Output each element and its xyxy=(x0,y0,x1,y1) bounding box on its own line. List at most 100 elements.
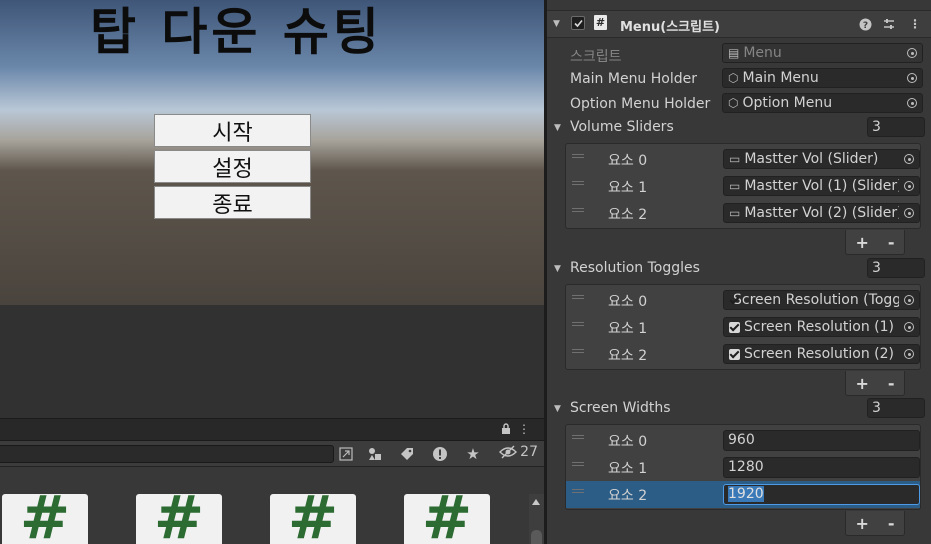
list-item-selected: 요소 2 1920 xyxy=(566,481,920,508)
favorite-star-icon[interactable]: ★ xyxy=(462,443,484,465)
drag-handle[interactable] xyxy=(572,208,584,212)
script-asset-tile[interactable]: # xyxy=(136,494,222,544)
object-picker-icon[interactable] xyxy=(899,204,919,222)
element-label: 요소 2 xyxy=(608,488,648,504)
quit-button[interactable]: 종료 xyxy=(154,186,311,219)
drag-handle[interactable] xyxy=(572,349,584,353)
component-fold-icon[interactable]: ▼ xyxy=(553,19,560,29)
drag-handle[interactable] xyxy=(572,154,584,158)
screen-width-input[interactable]: 1280 xyxy=(723,457,920,478)
drag-handle[interactable] xyxy=(572,322,584,326)
settings-button[interactable]: 설정 xyxy=(154,150,311,183)
component-header[interactable]: ▼ # Menu(스크립트) ? ⋮ xyxy=(547,10,931,38)
add-element-button[interactable]: + xyxy=(855,233,868,252)
object-picker-icon[interactable] xyxy=(899,291,919,309)
script-label: 스크립트 xyxy=(570,49,622,65)
list-item: 요소 2 Screen Resolution (2) xyxy=(566,341,920,368)
element-label: 요소 2 xyxy=(608,207,648,223)
script-hash-icon: # xyxy=(19,494,71,544)
resolution-toggle-field[interactable]: Screen Resolution (1) xyxy=(723,317,920,337)
element-value: Screen Resolution (1) xyxy=(744,319,895,335)
element-value: Mastter Vol (2) (Slider) xyxy=(744,205,903,221)
screen-widths-fold-icon[interactable]: ▼ xyxy=(554,404,561,414)
scroll-thumb[interactable] xyxy=(531,530,542,544)
component-menu-icon[interactable]: ⋮ xyxy=(907,16,923,32)
object-picker-icon xyxy=(902,44,922,62)
script-asset-tile[interactable]: # xyxy=(404,494,490,544)
object-picker-icon[interactable] xyxy=(902,94,922,112)
resolution-toggles-fold-icon[interactable]: ▼ xyxy=(554,264,561,274)
remove-element-button[interactable]: - xyxy=(888,374,895,393)
volume-sliders-size-input[interactable]: 3 xyxy=(867,117,925,137)
element-label: 요소 1 xyxy=(608,180,648,196)
element-value: Mastter Vol (1) (Slider) xyxy=(744,178,903,194)
toggle-checkbox-icon xyxy=(729,321,740,333)
hidden-packages-toggle[interactable]: 27 xyxy=(499,444,538,460)
drag-handle[interactable] xyxy=(572,462,584,466)
scroll-up-icon[interactable] xyxy=(532,499,540,505)
drag-handle[interactable] xyxy=(572,181,584,185)
object-picker-icon[interactable] xyxy=(899,177,919,195)
resolution-toggles-size-input[interactable]: 3 xyxy=(867,258,925,278)
screen-widths-size-input[interactable]: 3 xyxy=(867,398,925,418)
add-element-button[interactable]: + xyxy=(855,374,868,393)
main-menu-holder-field[interactable]: ⬡ Main Menu xyxy=(722,68,923,88)
game-view-background xyxy=(0,305,544,418)
drag-handle[interactable] xyxy=(572,295,584,299)
gameobject-icon: ⬡ xyxy=(728,71,739,85)
more-options-icon[interactable]: ⋮ xyxy=(516,421,532,437)
script-hash-icon: # xyxy=(421,494,473,544)
preset-icon[interactable] xyxy=(881,16,897,32)
asset-scrollbar[interactable] xyxy=(529,494,544,544)
resolution-toggles-label[interactable]: Resolution Toggles xyxy=(570,260,700,276)
remove-element-button[interactable]: - xyxy=(888,233,895,252)
object-picker-icon[interactable] xyxy=(899,150,919,168)
filter-by-label-icon[interactable] xyxy=(396,443,418,465)
screen-width-input[interactable]: 1920 xyxy=(723,484,920,505)
volume-slider-field[interactable]: ▭ Mastter Vol (1) (Slider) xyxy=(723,176,920,196)
warning-icon[interactable] xyxy=(429,443,451,465)
object-picker-icon[interactable] xyxy=(899,345,919,363)
filter-by-type-icon[interactable] xyxy=(364,443,386,465)
volume-slider-field[interactable]: ▭ Mastter Vol (Slider) xyxy=(723,149,920,169)
hidden-count-label: 27 xyxy=(520,444,538,460)
volume-sliders-label[interactable]: Volume Sliders xyxy=(570,119,674,135)
enable-checkbox[interactable] xyxy=(571,16,585,30)
script-asset-tile[interactable]: # xyxy=(270,494,356,544)
volume-slider-field[interactable]: ▭ Mastter Vol (2) (Slider) xyxy=(723,203,920,223)
element-label: 요소 1 xyxy=(608,321,648,337)
slider-icon: ▭ xyxy=(729,179,741,193)
object-picker-icon[interactable] xyxy=(902,69,922,87)
help-icon[interactable]: ? xyxy=(857,16,873,32)
element-label: 요소 2 xyxy=(608,348,648,364)
add-element-button[interactable]: + xyxy=(855,514,868,533)
resolution-toggle-field[interactable]: Screen Resolution (2) xyxy=(723,344,920,364)
svg-text:?: ? xyxy=(862,21,867,31)
drag-handle[interactable] xyxy=(572,435,584,439)
resolution-toggle-field[interactable]: Screen Resolution (Toggle) xyxy=(723,290,920,310)
option-menu-holder-field[interactable]: ⬡ Option Menu xyxy=(722,93,923,113)
element-label: 요소 0 xyxy=(608,153,648,169)
resolution-toggles-add-remove: + - xyxy=(845,371,905,396)
list-item: 요소 1 Screen Resolution (1) xyxy=(566,314,920,341)
object-picker-icon[interactable] xyxy=(899,318,919,336)
script-icon: # xyxy=(594,15,607,30)
screen-widths-label[interactable]: Screen Widths xyxy=(570,400,671,416)
volume-sliders-fold-icon[interactable]: ▼ xyxy=(554,123,561,133)
component-title: Menu(스크립트) xyxy=(620,20,720,35)
list-item: 요소 0 960 xyxy=(566,427,920,454)
search-input[interactable] xyxy=(0,445,334,463)
remove-element-button[interactable]: - xyxy=(888,514,895,533)
element-value: Screen Resolution (Toggle) xyxy=(733,292,920,308)
script-file-icon: ▤ xyxy=(728,46,740,60)
lock-icon[interactable] xyxy=(498,421,514,437)
start-button[interactable]: 시작 xyxy=(154,114,311,147)
element-label: 요소 0 xyxy=(608,434,648,450)
volume-sliders-list: 요소 0 ▭ Mastter Vol (Slider) 요소 1 ▭ Mastt… xyxy=(565,143,921,229)
drag-handle[interactable] xyxy=(572,489,584,493)
screen-widths-list: 요소 0 960 요소 1 1280 요소 2 1920 xyxy=(565,424,921,510)
script-asset-tile[interactable]: # xyxy=(2,494,88,544)
search-by-type-icon[interactable] xyxy=(336,443,356,465)
screen-width-input[interactable]: 960 xyxy=(723,430,920,451)
inspector-panel: ▼ # Menu(스크립트) ? ⋮ 스크립트 ▤ Menu Main Menu… xyxy=(547,0,931,544)
